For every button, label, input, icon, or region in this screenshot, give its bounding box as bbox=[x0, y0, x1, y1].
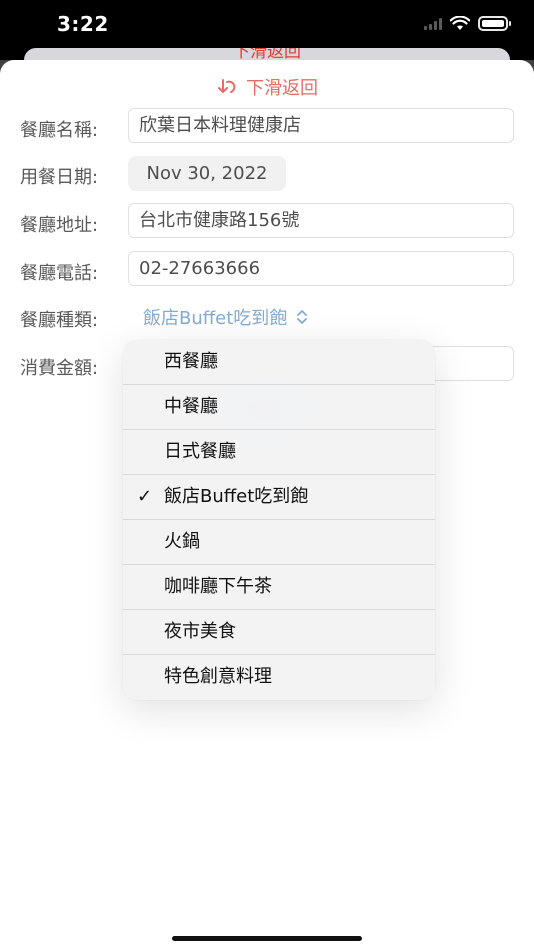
menu-item-label: 中餐廳 bbox=[164, 396, 218, 417]
status-time: 3:22 bbox=[57, 12, 109, 36]
restaurant-address-label: 餐廳地址: bbox=[20, 215, 99, 236]
dismiss-label: 下滑返回 bbox=[246, 78, 318, 99]
chevron-up-down-icon bbox=[297, 310, 308, 324]
swipe-down-dismiss[interactable]: 下滑返回 bbox=[0, 74, 534, 100]
menu-item-chinese[interactable]: 中餐廳 bbox=[123, 385, 435, 430]
menu-item-label: 西餐廳 bbox=[164, 351, 218, 372]
checkmark-icon: ✓ bbox=[137, 486, 153, 507]
status-icons bbox=[424, 16, 511, 31]
menu-item-cafe[interactable]: 咖啡廳下午茶 bbox=[123, 565, 435, 610]
restaurant-type-menu: 西餐廳 中餐廳 日式餐廳 ✓ 飯店Buffet吃到飽 火鍋 咖啡廳下午茶 夜市美… bbox=[123, 340, 435, 700]
home-indicator[interactable] bbox=[172, 936, 362, 941]
menu-item-night-market[interactable]: 夜市美食 bbox=[123, 610, 435, 655]
menu-item-buffet[interactable]: ✓ 飯店Buffet吃到飽 bbox=[123, 475, 435, 520]
dining-date-label: 用餐日期: bbox=[20, 167, 99, 188]
menu-item-label: 夜市美食 bbox=[164, 621, 236, 642]
restaurant-address-field[interactable]: 台北市健康路156號 bbox=[128, 203, 514, 238]
menu-item-label: 火鍋 bbox=[164, 531, 200, 552]
menu-item-label: 特色創意料理 bbox=[164, 666, 272, 687]
dining-date-picker[interactable]: Nov 30, 2022 bbox=[128, 156, 286, 191]
menu-item-label: 日式餐廳 bbox=[164, 441, 236, 462]
menu-item-japanese[interactable]: 日式餐廳 bbox=[123, 430, 435, 475]
restaurant-type-label: 餐廳種類: bbox=[20, 310, 99, 331]
wifi-icon bbox=[450, 16, 470, 30]
restaurant-type-picker[interactable]: 飯店Buffet吃到飽 bbox=[143, 304, 309, 330]
amount-label: 消費金額: bbox=[20, 358, 99, 379]
restaurant-phone-field[interactable]: 02-27663666 bbox=[128, 251, 514, 286]
battery-icon bbox=[478, 16, 511, 31]
menu-item-label: 飯店Buffet吃到飽 bbox=[164, 486, 309, 507]
menu-item-creative[interactable]: 特色創意料理 bbox=[123, 655, 435, 700]
menu-item-label: 咖啡廳下午茶 bbox=[164, 576, 272, 597]
status-bar: 3:22 bbox=[0, 0, 534, 50]
undo-arrow-icon bbox=[218, 79, 236, 93]
menu-item-hotpot[interactable]: 火鍋 bbox=[123, 520, 435, 565]
cellular-signal-icon bbox=[424, 17, 442, 30]
menu-item-western[interactable]: 西餐廳 bbox=[123, 340, 435, 385]
restaurant-name-field[interactable]: 欣葉日本料理健康店 bbox=[128, 108, 514, 143]
restaurant-type-value: 飯店Buffet吃到飽 bbox=[143, 308, 288, 329]
restaurant-phone-label: 餐廳電話: bbox=[20, 263, 99, 284]
restaurant-name-label: 餐廳名稱: bbox=[20, 120, 99, 141]
